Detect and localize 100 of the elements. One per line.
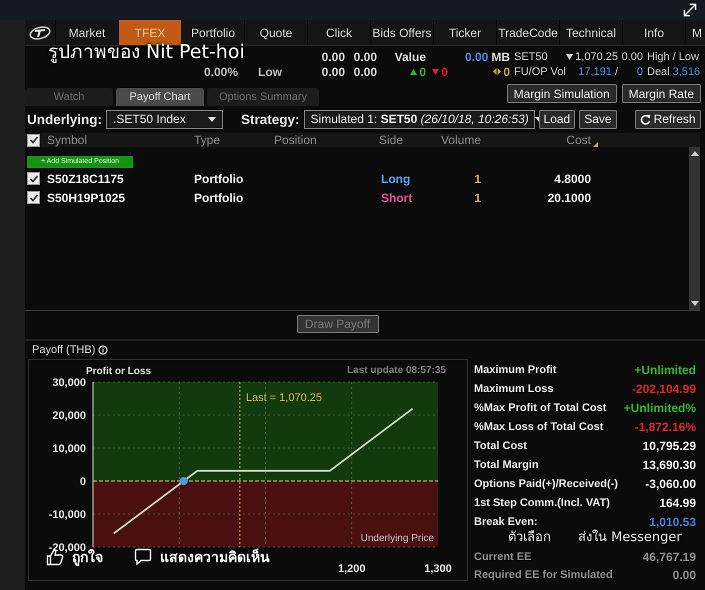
column-header[interactable]: Cost xyxy=(481,133,591,147)
scroll-up-icon[interactable] xyxy=(690,151,698,156)
quote-value: 0.00 xyxy=(322,49,345,64)
strategy-label: Strategy: xyxy=(241,112,300,126)
stat-value: 46,767.19 xyxy=(642,550,696,564)
quote-value: Deal xyxy=(647,64,670,79)
quote-value: / xyxy=(614,64,618,79)
stat-label: Maximum Loss xyxy=(474,382,554,394)
y-tick-label: -10,000 xyxy=(48,509,86,521)
refresh-button[interactable]: Refresh xyxy=(634,110,701,128)
nav-tab[interactable]: Quote xyxy=(244,20,307,45)
info-icon[interactable] xyxy=(98,345,108,355)
stat-value: +Unlimited xyxy=(634,362,696,376)
stat-label: Total Margin xyxy=(474,458,539,470)
quote-value: 17,191 xyxy=(578,64,612,79)
stat-value: 10,795.29 xyxy=(642,438,696,452)
sort-corner-icon xyxy=(593,142,598,147)
scrollbar[interactable] xyxy=(689,147,700,310)
refresh-icon xyxy=(640,114,651,124)
up-arrow-icon xyxy=(410,68,418,74)
nav-tab[interactable]: Ticker xyxy=(433,20,496,45)
left-right-arrow-icon xyxy=(493,68,502,75)
stat-label: Current EE xyxy=(474,551,532,563)
cost-cell-text: 20.1000 xyxy=(546,190,591,204)
quote-value: 0.00 xyxy=(322,64,345,79)
stat-label: Total Cost xyxy=(474,440,527,452)
stat-value: -202,104.99 xyxy=(632,382,696,396)
y-tick-label: 0 xyxy=(80,476,86,488)
quote-value: 0 xyxy=(636,64,643,79)
scroll-down-icon[interactable] xyxy=(690,301,698,306)
underlying-dropdown[interactable]: .SET50 Index xyxy=(106,110,224,128)
volume-cell-text: 1 xyxy=(473,172,481,186)
select-all-checkbox[interactable] xyxy=(27,134,40,146)
stat-value: 164.99 xyxy=(659,496,696,510)
y-axis-title: Profit or Loss xyxy=(86,366,152,377)
send-link[interactable]: ส่งใน Messenger xyxy=(578,526,682,547)
stat-label: Maximum Profit xyxy=(474,364,557,376)
caret-icon xyxy=(208,116,216,122)
save-button[interactable]: Save xyxy=(579,110,617,128)
stat-value: 13,690.30 xyxy=(642,458,696,472)
options-link[interactable]: ตัวเลือก xyxy=(508,526,551,547)
toolbar-button[interactable]: Margin Simulation xyxy=(506,84,617,102)
nav-tab[interactable]: Technical xyxy=(559,20,622,45)
y-tick-label: 10,000 xyxy=(52,443,86,455)
quote-value: 0.00 xyxy=(354,49,377,64)
column-header[interactable]: Volume xyxy=(421,133,481,147)
quote-value: SET50 xyxy=(514,50,548,64)
x-tick-label: 1,300 xyxy=(424,563,452,575)
load-button[interactable]: Load xyxy=(538,110,576,128)
type-cell-text: Portfolio xyxy=(194,190,244,204)
column-header[interactable]: Position xyxy=(274,133,359,147)
side-cell-text: Long xyxy=(380,172,412,186)
column-header[interactable]: Type xyxy=(194,133,274,147)
tab[interactable]: Payoff Chart xyxy=(116,88,204,106)
stat-value: +Unlimited% xyxy=(624,400,696,414)
volume-cell-text: 1 xyxy=(473,190,481,204)
nav-tab[interactable]: M xyxy=(685,20,705,45)
toolbar-button[interactable]: Margin Rate xyxy=(622,84,701,102)
column-header[interactable]: Side xyxy=(359,133,421,147)
quote-value: 1,070.25 xyxy=(566,49,618,64)
last-price-label: Last = 1,070.25 xyxy=(246,392,322,404)
stat-label: %Max Loss of Total Cost xyxy=(474,420,604,432)
nav-tab[interactable]: Bids Offers xyxy=(370,20,433,45)
quote-value: MB xyxy=(491,49,510,64)
y-tick-label: 30,000 xyxy=(52,377,86,389)
quote-value: 3,516 xyxy=(672,64,700,79)
stat-label: 1st Step Comm.(Incl. VAT) xyxy=(474,496,610,508)
cost-cell-text: 4.8000 xyxy=(553,172,591,186)
break-even-dot xyxy=(180,477,188,485)
stat-label: Required EE for Simulated xyxy=(474,569,613,581)
y-tick-label: 20,000 xyxy=(52,410,86,422)
stat-label: Break Even: xyxy=(474,516,538,528)
payoff-title: Payoff (THB) xyxy=(32,344,96,356)
quote-value: FU/OP Vol xyxy=(514,64,566,79)
x-tick-label: 1,200 xyxy=(338,563,366,575)
type-cell-text: Portfolio xyxy=(194,172,244,186)
symbol-cell-text: S50H19P1025 xyxy=(47,190,126,204)
row-checkbox[interactable] xyxy=(27,191,40,204)
side-cell-text: Short xyxy=(380,190,414,204)
last-update-text: Last update 08:57:35 xyxy=(347,365,446,376)
x-axis-title: Underlying Price xyxy=(360,533,434,544)
stat-value: -1,872.16% xyxy=(634,420,696,434)
quote-value: High / Low xyxy=(647,50,699,64)
nav-tab[interactable]: Click xyxy=(307,20,370,45)
stat-value: -3,060.00 xyxy=(645,476,696,490)
speech-bubble-icon xyxy=(134,548,152,566)
comment-button[interactable]: แสดงความคิดเห็น xyxy=(134,546,270,568)
stat-value: 1,010.53 xyxy=(649,514,696,528)
quote-value: 0 xyxy=(410,64,426,79)
quote-value: 0.00 xyxy=(464,49,488,64)
quote-value: 0.00 xyxy=(354,64,377,79)
down-arrow-icon xyxy=(566,54,574,60)
expand-icon[interactable] xyxy=(682,2,698,18)
nav-tab[interactable]: TradeCode xyxy=(496,20,559,45)
down-arrow-icon xyxy=(432,68,440,74)
nav-tab[interactable]: Portfolio xyxy=(181,20,244,45)
nav-tab[interactable]: Info xyxy=(622,20,685,45)
row-checkbox[interactable] xyxy=(27,172,40,185)
column-header[interactable]: Symbol xyxy=(47,133,194,147)
stat-label: Options Paid(+)/Received(-) xyxy=(474,478,618,490)
